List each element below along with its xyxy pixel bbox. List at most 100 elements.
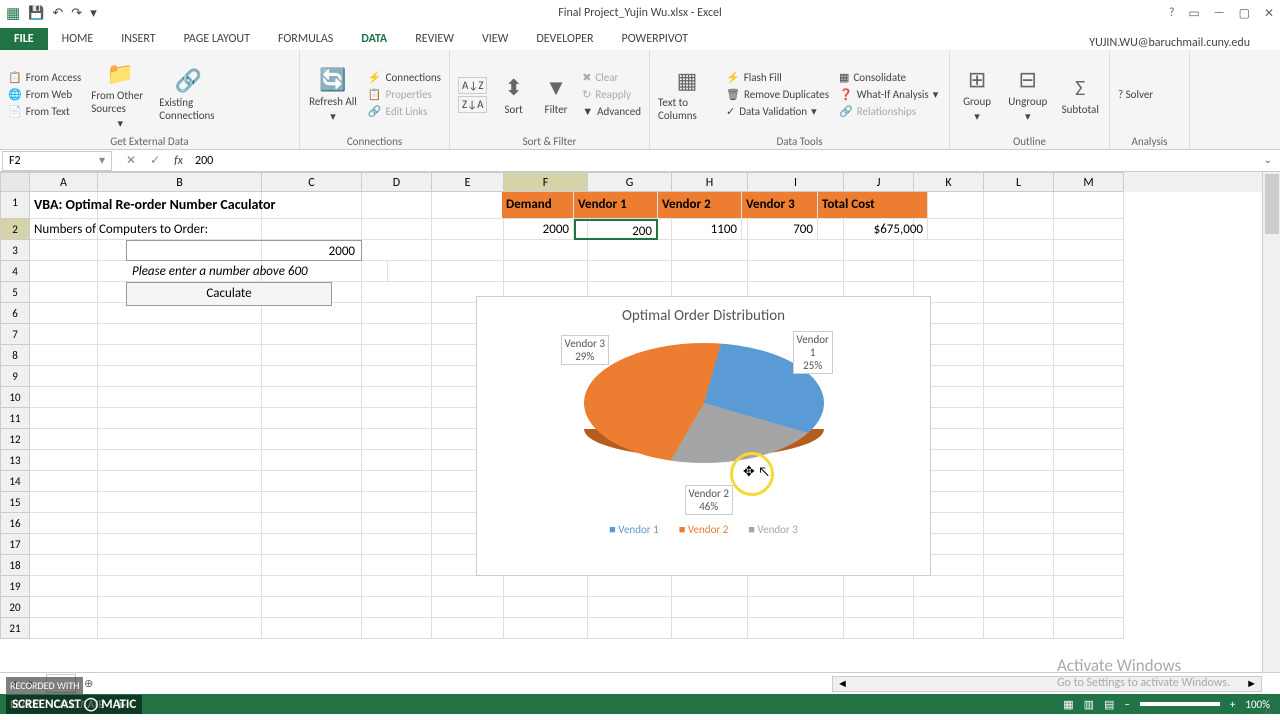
properties-button[interactable]: 📋 Properties (368, 88, 441, 101)
row-header-19[interactable]: 19 (0, 576, 30, 597)
existing-connections-button[interactable]: 🔗Existing Connections (159, 67, 217, 122)
col-header-H[interactable]: H (672, 172, 748, 192)
select-all-corner[interactable] (0, 172, 30, 192)
cell-a2[interactable]: Numbers of Computers to Order: (30, 219, 262, 240)
col-header-I[interactable]: I (748, 172, 844, 192)
expand-formula-icon[interactable]: ⌄ (1264, 153, 1272, 166)
row-header-1[interactable]: 1 (0, 192, 30, 219)
cell-g1[interactable]: Vendor 2 (658, 192, 742, 219)
tab-view[interactable]: VIEW (468, 28, 522, 50)
row-header-16[interactable]: 16 (0, 513, 30, 534)
from-access-button[interactable]: 📋 From Access (8, 71, 81, 84)
name-box[interactable]: F2▾ (2, 151, 112, 171)
cancel-formula-icon[interactable]: ✕ (126, 153, 136, 168)
zoom-out-icon[interactable]: − (1124, 698, 1129, 711)
col-header-J[interactable]: J (844, 172, 914, 192)
row-header-10[interactable]: 10 (0, 387, 30, 408)
formula-bar[interactable]: 200 (189, 154, 1280, 168)
other-sources-button[interactable]: 📁From Other Sources▾ (91, 60, 149, 130)
cell-f2-selected[interactable]: 200 (574, 219, 658, 240)
zoom-in-icon[interactable]: + (1230, 698, 1235, 711)
sort-za-button[interactable]: Z↓A (458, 96, 487, 113)
zoom-slider[interactable] (1140, 702, 1220, 706)
row-header-18[interactable]: 18 (0, 555, 30, 576)
save-icon[interactable]: 💾 (28, 6, 44, 21)
user-email[interactable]: YUJIN.WU@baruchmail.cuny.edu (1089, 32, 1250, 50)
solver-button[interactable]: ? Solver (1118, 88, 1153, 101)
row-header-17[interactable]: 17 (0, 534, 30, 555)
col-header-E[interactable]: E (432, 172, 504, 192)
row-header-9[interactable]: 9 (0, 366, 30, 387)
row-header-14[interactable]: 14 (0, 471, 30, 492)
col-header-C[interactable]: C (262, 172, 362, 192)
what-if-button[interactable]: ❓ What-If Analysis ▾ (839, 88, 938, 101)
cell-e2[interactable]: 2000 (502, 219, 574, 240)
cell-a1[interactable]: VBA: Optimal Re-order Number Caculator (30, 192, 362, 219)
cell-e1[interactable]: Demand (502, 192, 574, 219)
row-header-15[interactable]: 15 (0, 492, 30, 513)
group-button[interactable]: ⊞Group▾ (958, 66, 996, 123)
row-header-2[interactable]: 2 (0, 219, 30, 240)
calculate-button[interactable]: Caculate (126, 282, 332, 306)
row-header-3[interactable]: 3 (0, 240, 30, 261)
col-header-G[interactable]: G (588, 172, 672, 192)
from-text-button[interactable]: 📄 From Text (8, 105, 81, 118)
cell-i1[interactable]: Total Cost (818, 192, 928, 219)
col-header-K[interactable]: K (914, 172, 984, 192)
col-header-F[interactable]: F (504, 172, 588, 192)
row-header-8[interactable]: 8 (0, 345, 30, 366)
col-header-A[interactable]: A (30, 172, 98, 192)
cell-i2[interactable]: $675,000 (818, 219, 928, 240)
pie-chart[interactable] (584, 343, 824, 463)
cell-h2[interactable]: 700 (742, 219, 818, 240)
ribbon-options-icon[interactable]: ▭ (1188, 6, 1199, 21)
row-header-11[interactable]: 11 (0, 408, 30, 429)
tab-review[interactable]: REVIEW (401, 28, 468, 50)
advanced-button[interactable]: ▼ Advanced (582, 105, 641, 118)
tab-home[interactable]: HOME (48, 28, 108, 50)
cell-f1[interactable]: Vendor 1 (574, 192, 658, 219)
sort-az-button[interactable]: A↓Z (458, 77, 487, 94)
ungroup-button[interactable]: ⊟Ungroup▾ (1006, 66, 1049, 123)
remove-duplicates-button[interactable]: 🗑 Remove Duplicates (726, 88, 829, 101)
tab-powerpivot[interactable]: POWERPIVOT (608, 28, 702, 50)
tab-developer[interactable]: DEVELOPER (522, 28, 607, 50)
redo-icon[interactable]: ↷ (71, 6, 82, 21)
connections-button[interactable]: ⚡ Connections (368, 71, 441, 84)
zoom-level[interactable]: 100% (1245, 698, 1270, 711)
undo-icon[interactable]: ↶ (52, 6, 63, 21)
refresh-all-button[interactable]: 🔄Refresh All▾ (308, 66, 358, 123)
fx-icon[interactable]: fx (174, 154, 183, 168)
close-icon[interactable]: ✕ (1264, 6, 1274, 21)
enter-formula-icon[interactable]: ✓ (150, 153, 160, 168)
subtotal-button[interactable]: ΣSubtotal (1059, 74, 1101, 116)
tab-insert[interactable]: INSERT (107, 28, 169, 50)
maximize-icon[interactable]: ▢ (1239, 6, 1250, 21)
clear-button[interactable]: ✖ Clear (582, 71, 641, 84)
tab-pagelayout[interactable]: PAGE LAYOUT (170, 28, 264, 50)
col-header-L[interactable]: L (984, 172, 1054, 192)
relationships-button[interactable]: 🔗 Relationships (839, 105, 938, 118)
help-icon[interactable]: ? (1169, 6, 1175, 21)
sort-button[interactable]: ⬍Sort (497, 74, 529, 116)
cell-g2[interactable]: 1100 (658, 219, 742, 240)
row-header-7[interactable]: 7 (0, 324, 30, 345)
row-header-20[interactable]: 20 (0, 597, 30, 618)
row-header-21[interactable]: 21 (0, 618, 30, 639)
view-break-icon[interactable]: ▤ (1104, 698, 1114, 711)
row-header-5[interactable]: 5 (0, 282, 30, 303)
tab-data[interactable]: DATA (347, 28, 401, 50)
from-web-button[interactable]: 🌐 From Web (8, 88, 81, 101)
col-header-D[interactable]: D (362, 172, 432, 192)
consolidate-button[interactable]: ▦ Consolidate (839, 71, 938, 84)
filter-button[interactable]: ▼Filter (540, 74, 572, 116)
chart-object[interactable]: Optimal Order Distribution Vendor 329% V… (476, 296, 931, 576)
row-header-13[interactable]: 13 (0, 450, 30, 471)
tab-file[interactable]: FILE (0, 28, 48, 50)
cell-h1[interactable]: Vendor 3 (742, 192, 818, 219)
qa-more-icon[interactable]: ▾ (90, 6, 97, 21)
input-order-qty[interactable]: 2000 (126, 240, 362, 261)
vertical-scrollbar[interactable] (1262, 172, 1280, 672)
data-validation-button[interactable]: ✓ Data Validation ▾ (726, 105, 829, 118)
row-header-6[interactable]: 6 (0, 303, 30, 324)
